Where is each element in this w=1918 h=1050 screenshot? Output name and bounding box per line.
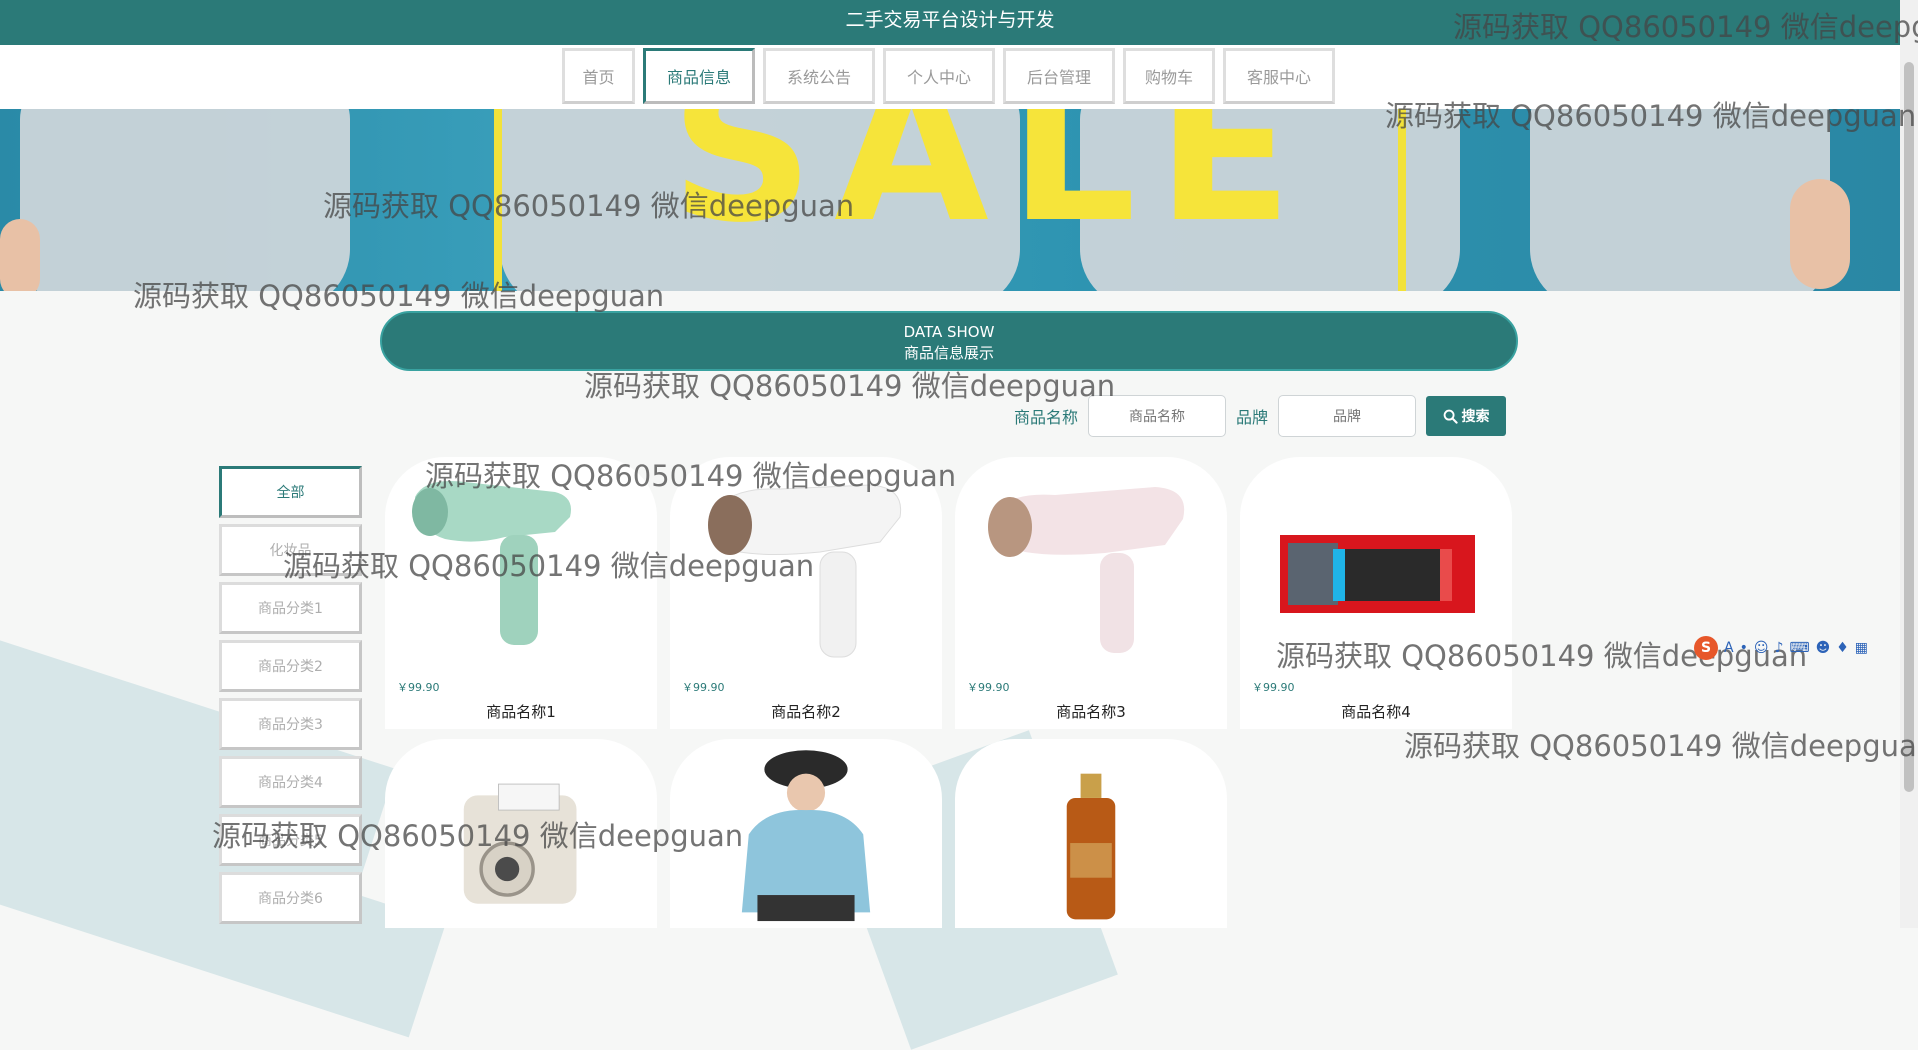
category-all[interactable]: 全部 [219,466,362,518]
product-name: 商品名称2 [771,703,841,721]
category-list: 全部 化妆品 商品分类1 商品分类2 商品分类3 商品分类4 商品分类5 商品分… [219,466,362,930]
product-image [708,484,902,658]
nav-personal-center[interactable]: 个人中心 [883,48,995,104]
product-card[interactable] [955,739,1227,928]
banner-model [0,219,40,291]
product-price: ￥99.90 [967,681,1010,694]
ime-skin-icon[interactable]: ♦ [1836,640,1849,656]
search-icon [1443,409,1458,424]
product-image [412,481,571,645]
search-button-label: 搜索 [1461,409,1490,425]
product-image [1066,773,1116,920]
brand-input[interactable] [1278,395,1417,437]
product-card[interactable]: ￥99.90 商品名称3 [955,457,1227,729]
section-header: DATA SHOW 商品信息展示 [380,311,1518,371]
watermark: 源码获取 QQ86050149 微信deepguan [1404,729,1918,763]
product-price: ￥99.90 [397,681,440,694]
category-item[interactable]: 商品分类2 [219,640,362,692]
app-header: 二手交易平台设计与开发 [0,0,1900,45]
section-title-cn: 商品信息展示 [903,344,994,362]
app-title: 二手交易平台设计与开发 [845,9,1055,31]
category-item[interactable]: 商品分类3 [219,698,362,750]
category-item[interactable]: 商品分类1 [219,582,362,634]
brand-label: 品牌 [1236,408,1269,427]
product-name: 商品名称3 [1056,703,1126,721]
product-card[interactable] [385,739,657,928]
ime-grid-icon[interactable]: ▦ [1855,640,1868,656]
ime-emoji-icon[interactable]: ☺ [1754,640,1769,656]
product-card[interactable]: ￥99.90 商品名称2 [670,457,942,729]
product-name: 商品名称4 [1341,703,1411,721]
product-price: ￥99.90 [682,681,725,694]
search-bar: 商品名称 品牌 搜索 [1014,395,1507,437]
product-card[interactable]: ￥99.90 商品名称1 [385,457,657,729]
nav-cart[interactable]: 购物车 [1123,48,1215,104]
product-name-label: 商品名称 [1014,408,1079,427]
ime-punct-icon[interactable]: • [1740,640,1748,656]
nav-admin[interactable]: 后台管理 [1003,48,1115,104]
scrollbar-thumb[interactable] [1904,62,1914,792]
ime-user-icon[interactable]: ☻ [1816,640,1831,656]
banner-model [1790,179,1850,289]
product-price: ￥99.90 [1252,681,1295,694]
product-card[interactable]: ￥99.90 商品名称4 [1240,457,1512,729]
nav-customer-service[interactable]: 客服中心 [1223,48,1335,104]
sogou-ime-icon[interactable]: S [1694,636,1718,660]
banner-model [20,109,350,291]
vertical-scrollbar[interactable] [1900,0,1918,928]
product-image [463,783,577,904]
section-title-en: DATA SHOW [903,323,995,341]
nav-home[interactable]: 首页 [562,48,635,104]
nav-announcements[interactable]: 系统公告 [763,48,875,104]
category-item[interactable]: 商品分类5 [219,814,362,866]
product-image [1280,535,1475,613]
promo-banner[interactable]: SALE [0,109,1900,291]
product-name-input[interactable] [1088,395,1227,437]
ime-lang-icon[interactable]: A [1724,640,1734,656]
category-item[interactable]: 化妆品 [219,524,362,576]
product-name: 商品名称1 [486,703,556,721]
category-item[interactable]: 商品分类6 [219,872,362,924]
ime-mic-icon[interactable]: ♪ [1774,640,1783,656]
product-card[interactable] [670,739,942,928]
main-nav: 首页 商品信息 系统公告 个人中心 后台管理 购物车 客服中心 [0,45,1900,109]
product-image [988,487,1185,653]
search-button[interactable]: 搜索 [1426,396,1507,436]
product-image [741,750,871,922]
category-item[interactable]: 商品分类4 [219,756,362,808]
sale-text: SALE [670,109,1313,267]
ime-toolbar[interactable]: S A • ☺ ♪ ⌨ ☻ ♦ ▦ [1694,636,1868,660]
nav-products[interactable]: 商品信息 [643,48,755,104]
ime-keyboard-icon[interactable]: ⌨ [1789,640,1809,656]
banner-model [1530,109,1830,291]
